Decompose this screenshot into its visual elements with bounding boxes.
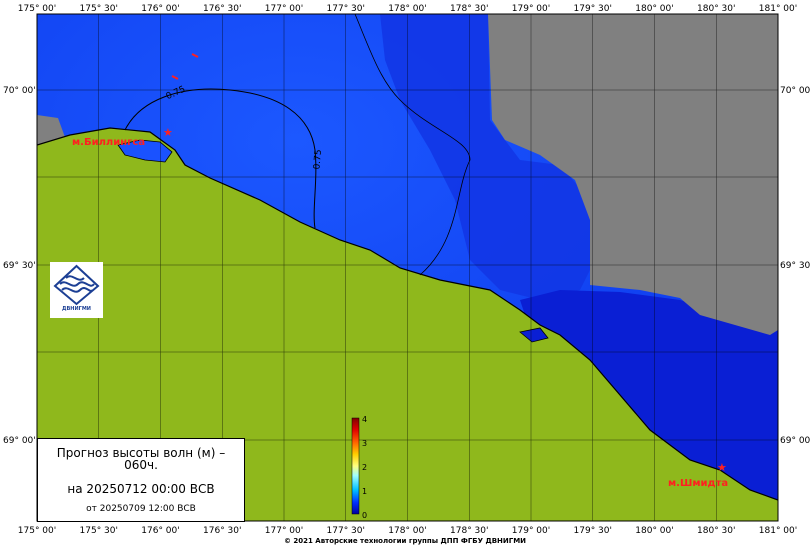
lon-tick-label: 179° 30' [574,526,612,536]
lat-ticks-right: 70° 00' 69° 30' 69° 00' [780,86,810,446]
lat-ticks-left: 70° 00' 69° 30' 69° 00' [3,86,36,446]
lon-tick-label: 177° 00' [265,526,303,536]
lon-ticks-bottom: 175° 00' 175° 30' 176° 00' 176° 30' 177° 00'… [18,526,797,536]
lon-tick-label: 176° 30' [203,4,241,14]
lon-tick-label: 179° 30' [574,4,612,14]
lat-tick-label-left: 69° 00' [3,436,36,446]
lon-tick-label: 180° 30' [697,526,735,536]
lon-tick-label: 180° 00' [635,4,673,14]
organization-logo: ДВНИГМИ [50,262,103,318]
copyright-footer: © 2021 Авторские технологии группы ДПП Ф… [283,537,527,545]
lon-tick-label: 176° 00' [141,4,179,14]
lon-tick-label: 175° 30' [80,4,118,14]
place-label-schmidt: м.Шмидта [668,478,728,489]
colorbar-tick-0: 0 [362,511,367,520]
lon-tick-label: 181° 00' [759,4,797,14]
lat-tick-label-right: 70° 00' [780,86,810,96]
colorbar-tick-3: 3 [362,439,367,448]
lon-tick-label: 180° 30' [697,4,735,14]
forecast-title-box: Прогноз высоты волн (м) – 060ч. на 20250… [37,438,245,522]
lon-tick-label: 180° 00' [635,526,673,536]
lon-tick-label: 179° 00' [512,526,550,536]
lon-tick-label: 175° 00' [18,526,56,536]
colorbar-tick-2: 2 [362,463,367,472]
lon-tick-label: 177° 30' [327,4,365,14]
colorbar-tick-4: 4 [362,415,367,424]
contour-label-2: 0.75 [312,149,324,170]
forecast-valid-time: на 20250712 00:00 ВСВ [67,482,215,496]
lon-tick-label: 175° 00' [18,4,56,14]
dvnigmi-logo-icon [53,264,100,306]
lon-tick-label: 181° 00' [759,526,797,536]
lon-tick-label: 179° 00' [512,4,550,14]
forecast-issue-time: от 20250709 12:00 ВСВ [86,504,196,514]
lat-tick-label-left: 70° 00' [3,86,36,96]
logo-text: ДВНИГМИ [62,306,91,312]
lon-tick-label: 177° 00' [265,4,303,14]
lon-tick-label: 177° 30' [327,526,365,536]
lon-tick-label: 178° 00' [388,526,426,536]
lon-tick-label: 178° 30' [450,526,488,536]
lon-tick-label: 178° 00' [388,4,426,14]
lon-tick-label: 176° 30' [203,526,241,536]
place-label-billings: м.Биллингса [72,137,145,148]
forecast-title: Прогноз высоты волн (м) – 060ч. [56,446,226,472]
lat-tick-label-left: 69° 30' [3,261,36,271]
lon-ticks-top: 175° 00' 175° 30' 176° 00' 176° 30' 177° 00'… [18,4,797,14]
colorbar-gradient [351,417,360,515]
lon-tick-label: 175° 30' [80,526,118,536]
lon-tick-label: 178° 30' [450,4,488,14]
lon-tick-label: 176° 00' [141,526,179,536]
schmidt-marker-icon: ★ [717,461,727,474]
billings-marker-icon: ★ [163,126,173,139]
lat-tick-label-right: 69° 00' [780,436,810,446]
colorbar-tick-1: 1 [362,487,367,496]
lat-tick-label-right: 69° 30' [780,261,810,271]
